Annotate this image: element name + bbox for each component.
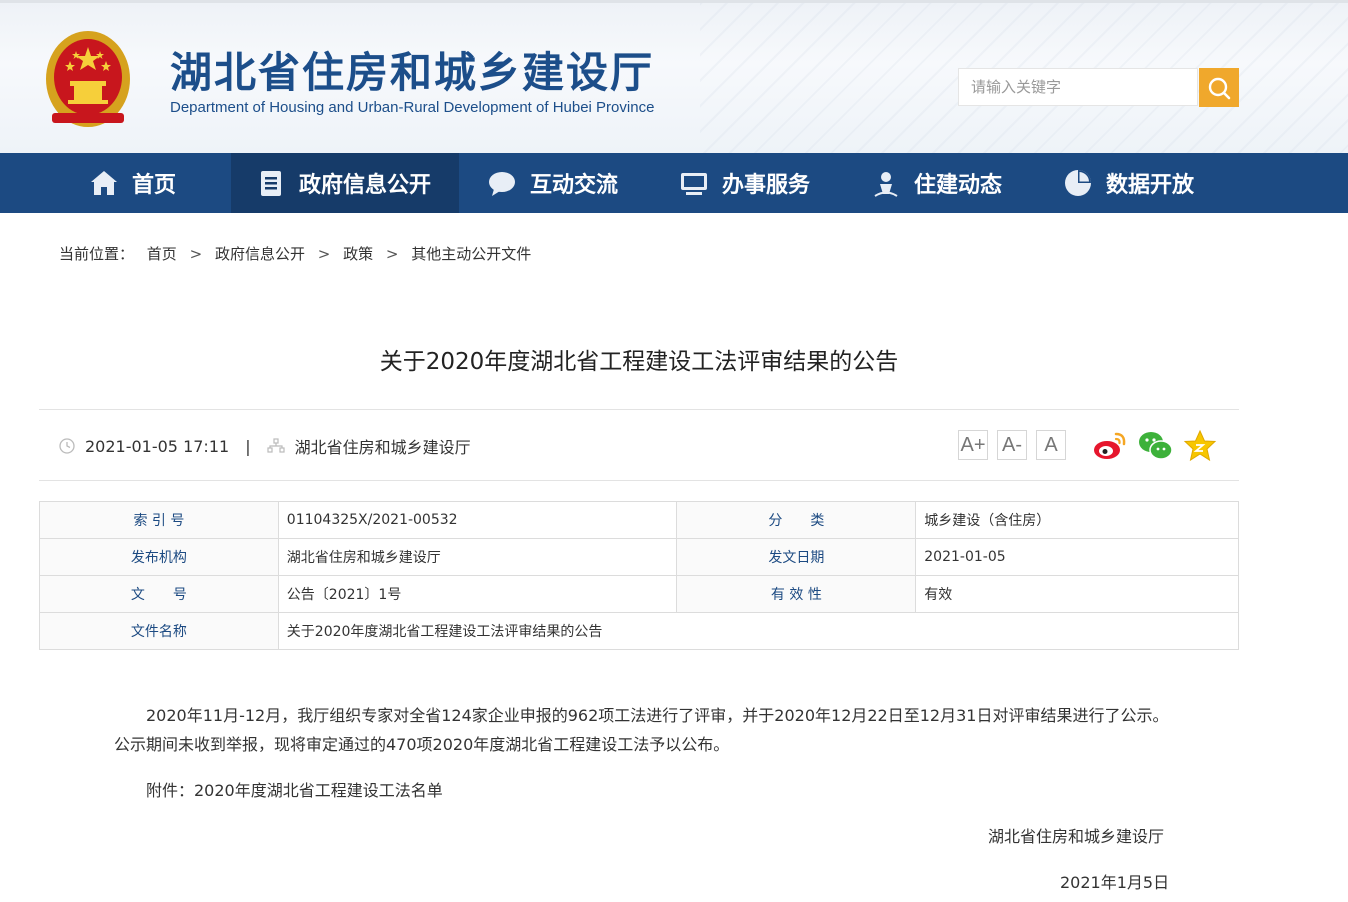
info-value: 湖北省住房和城乡建设厅 [277,538,678,576]
info-key: 索 引 号 [39,501,279,539]
nav-item-label: 互动交流 [530,173,619,198]
signer: 湖北省住房和城乡建设厅 [988,827,1165,846]
info-value: 01104325X/2021-00532 [277,501,678,539]
font-size-controls: A+ A- A [958,430,1075,460]
table-row: 文件名称 关于2020年度湖北省工程建设工法评审结果的公告 [39,612,1240,650]
document-info-table: 索 引 号 01104325X/2021-00532 分 类 城乡建设（含住房）… [39,501,1240,650]
info-key: 文件名称 [39,612,279,650]
article-title: 关于2020年度湖北省工程建设工法评审结果的公告 [379,349,899,375]
breadcrumb-separator: > [385,245,399,263]
pie-chart-icon [1065,170,1091,196]
favorite-star-icon[interactable] [1182,428,1218,464]
article-meta: 2021-01-05 17:11 | 湖北省住房和城乡建设厅 [59,434,471,458]
site-subtitle: Department of Housing and Urban-Rural De… [170,99,655,116]
breadcrumb-prefix: 当前位置： [59,245,135,263]
breadcrumb-home[interactable]: 首页 [147,245,177,263]
publish-source: 湖北省住房和城乡建设厅 [294,438,471,457]
nav-item-news[interactable]: 住建动态 [870,153,1002,213]
info-value: 有效 [915,575,1239,613]
main-nav: 首页 政府信息公开 互动交流 办事服务 住建动态 数据开放 [0,153,1348,213]
organization-icon [266,438,285,453]
breadcrumb: 当前位置： 首页 > 政府信息公开 > 政策 > 其他主动公开文件 [59,243,531,264]
nav-item-label: 首页 [132,173,177,198]
table-row: 发布机构 湖北省住房和城乡建设厅 发文日期 2021-01-05 [39,538,1239,576]
breadcrumb-gov-info[interactable]: 政府信息公开 [215,245,305,263]
nav-item-label: 住建动态 [914,173,1003,198]
nav-item-open-data[interactable]: 数据开放 [1062,153,1194,213]
site-title: 湖北省住房和城乡建设厅 [170,48,655,97]
nav-item-label: 数据开放 [1106,173,1195,198]
person-pin-icon [874,172,898,197]
nav-item-label: 办事服务 [722,173,811,198]
info-key: 发布机构 [39,538,279,576]
nav-item-services[interactable]: 办事服务 [678,153,810,213]
breadcrumb-other-files[interactable]: 其他主动公开文件 [411,245,531,263]
info-key: 有 效 性 [676,575,917,613]
search-input[interactable] [959,69,1197,105]
body-paragraph-line: 2020年11月-12月，我厅组织专家对全省124家企业申报的962项工法进行了… [146,706,1169,725]
share-bar [1092,428,1227,464]
sign-date: 2021年1月5日 [1060,873,1170,892]
weibo-icon[interactable] [1092,428,1128,464]
document-icon [261,171,281,196]
breadcrumb-separator: > [317,245,331,263]
nav-item-label: 政府信息公开 [299,173,432,198]
nav-item-home[interactable]: 首页 [88,153,188,213]
attachment-link[interactable]: 附件：2020年度湖北省工程建设工法名单 [146,777,443,801]
body-paragraph-line: 公示期间未收到举报，现将审定通过的470项2020年度湖北省工程建设工法予以公布… [114,735,730,754]
table-row: 索 引 号 01104325X/2021-00532 分 类 城乡建设（含住房） [39,501,1239,539]
search-icon [1208,77,1231,100]
info-key: 发文日期 [676,538,917,576]
font-reset-button[interactable]: A [1036,430,1066,460]
chat-bubble-icon [489,172,515,196]
divider [39,480,1239,481]
search-box [958,68,1198,106]
info-value: 关于2020年度湖北省工程建设工法评审结果的公告 [277,612,1240,650]
font-decrease-button[interactable]: A- [997,430,1027,460]
wechat-icon[interactable] [1137,428,1173,464]
monitor-icon [681,173,707,195]
info-value: 2021-01-05 [915,538,1239,576]
nav-item-interaction[interactable]: 互动交流 [486,153,618,213]
font-increase-button[interactable]: A+ [958,430,988,460]
clock-icon [59,438,75,454]
publish-datetime: 2021-01-05 17:11 [85,436,230,456]
info-key: 分 类 [676,501,917,539]
info-key: 文 号 [39,575,279,613]
nav-item-gov-info[interactable]: 政府信息公开 [231,153,459,213]
meta-divider: | [245,436,251,456]
info-value: 公告〔2021〕1号 [277,575,678,613]
national-emblem-icon [46,31,130,127]
info-value: 城乡建设（含住房） [915,501,1239,539]
search-button[interactable] [1199,68,1239,107]
divider [39,409,1239,410]
breadcrumb-separator: > [189,245,203,263]
table-row: 文 号 公告〔2021〕1号 有 效 性 有效 [39,575,1239,613]
home-icon [91,171,117,195]
breadcrumb-policy[interactable]: 政策 [343,245,373,263]
